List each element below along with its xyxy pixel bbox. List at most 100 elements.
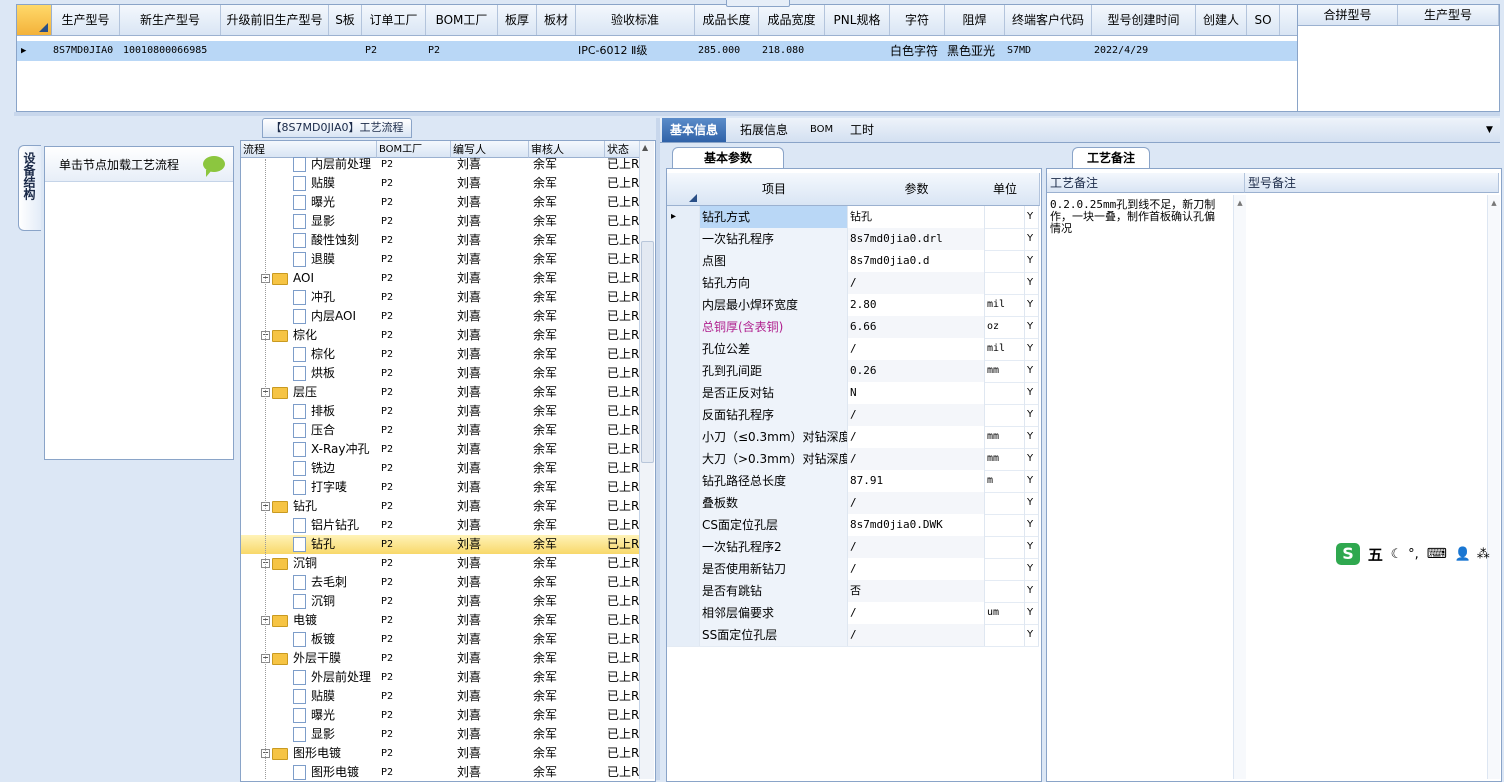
param-value[interactable]: / (848, 448, 985, 470)
tab-basic-info[interactable]: 基本信息 (662, 118, 727, 142)
params-row[interactable]: 是否正反对钻 N Y (667, 382, 1039, 405)
params-row[interactable]: 大刀（>0.3mm）对钻深度 / mm Y (667, 448, 1039, 471)
col-header-standard[interactable]: 验收标准 (576, 5, 695, 35)
col-header-thickness[interactable]: 板厚 (498, 5, 537, 35)
param-value[interactable]: 8s7md0jia0.d (848, 250, 985, 272)
tree-node-cell[interactable]: − AOI (261, 269, 377, 288)
tree-leaf-node[interactable]: 酸性蚀刻 P2 刘喜 余军 已上R (241, 231, 641, 250)
model-note-scrollbar[interactable]: ▲ (1487, 195, 1500, 779)
param-value[interactable]: 钻孔 (848, 206, 985, 228)
scroll-up-icon[interactable]: ▲ (1234, 199, 1246, 207)
col-header-material[interactable]: 板材 (537, 5, 576, 35)
param-value[interactable]: 8s7md0jia0.DWK (848, 514, 985, 536)
params-row[interactable]: 一次钻孔程序2/ Y (667, 536, 1039, 559)
tree-node-cell[interactable]: − 沉铜 (261, 554, 377, 573)
table-row[interactable]: ▶ 8S7MD0JIA0 10010800066985 P2 P2 IPC-60… (17, 41, 1297, 61)
tree-node-cell[interactable]: 板镀 (293, 630, 377, 649)
row-indicator[interactable] (667, 536, 700, 558)
col-header-length[interactable]: 成品长度 (695, 5, 759, 35)
tree-leaf-node[interactable]: 打字唛 P2 刘喜 余军 已上R (241, 478, 641, 497)
param-value[interactable]: / (848, 602, 985, 624)
grid-corner-selector[interactable] (17, 5, 52, 35)
tree-node-cell[interactable]: 曝光 (293, 193, 377, 212)
tree-node-cell[interactable]: 烘板 (293, 364, 377, 383)
col-header-old-model[interactable]: 升级前旧生产型号 (221, 5, 329, 35)
row-indicator[interactable] (667, 250, 700, 272)
tree-leaf-node[interactable]: 排板 P2 刘喜 余军 已上R (241, 402, 641, 421)
tree-node-cell[interactable]: X-Ray冲孔 (293, 440, 377, 459)
tree-node-cell[interactable]: 排板 (293, 402, 377, 421)
params-row[interactable]: 钻孔路径总长度 87.91 m Y (667, 470, 1039, 493)
tree-folder-node[interactable]: − 棕化 P2 刘喜 余军 已上R (241, 326, 641, 345)
col-header-customer-code[interactable]: 终端客户代码 (1005, 5, 1092, 35)
row-indicator[interactable] (667, 514, 700, 536)
tree-node-cell[interactable]: 冲孔 (293, 288, 377, 307)
row-indicator[interactable] (667, 404, 700, 426)
tree-leaf-node[interactable]: 去毛刺 P2 刘喜 余军 已上R (241, 573, 641, 592)
row-indicator[interactable] (667, 580, 700, 602)
param-value[interactable]: / (848, 558, 985, 580)
tree-leaf-node[interactable]: 显影 P2 刘喜 余军 已上R (241, 725, 641, 744)
tree-node-cell[interactable]: − 外层干膜 (261, 649, 377, 668)
tree-scrollbar[interactable]: ▲ (639, 141, 654, 779)
tree-node-cell[interactable]: − 图形电镀 (261, 744, 377, 763)
tree-node-cell[interactable]: 曝光 (293, 706, 377, 725)
splitter-grip[interactable] (726, 0, 790, 7)
tree-leaf-node[interactable]: 贴膜 P2 刘喜 余军 已上R (241, 687, 641, 706)
tree-node-cell[interactable]: − 电镀 (261, 611, 377, 630)
tree-folder-node[interactable]: − 沉铜 P2 刘喜 余军 已上R (241, 554, 641, 573)
tree-leaf-node[interactable]: 板镀 P2 刘喜 余军 已上R (241, 630, 641, 649)
cell-character[interactable]: 白色字符 (890, 41, 946, 61)
tree-leaf-node[interactable]: 曝光 P2 刘喜 余军 已上R (241, 706, 641, 725)
horizontal-splitter[interactable] (14, 112, 1500, 116)
moon-icon[interactable]: ☾ (1391, 547, 1403, 562)
tree-node-cell[interactable]: 铝片钻孔 (293, 516, 377, 535)
tree-node-cell[interactable]: 压合 (293, 421, 377, 440)
params-row[interactable]: ▸ 钻孔方式 钻孔 Y (667, 206, 1039, 229)
tree-folder-node[interactable]: − 图形电镀 P2 刘喜 余军 已上R (241, 744, 641, 763)
comment-bubble-icon[interactable] (203, 156, 225, 177)
tree-node-cell[interactable]: − 层压 (261, 383, 377, 402)
tree-node-cell[interactable]: 去毛刺 (293, 573, 377, 592)
col-header-model[interactable]: 生产型号 (52, 5, 120, 35)
param-value[interactable]: / (848, 492, 985, 514)
cell-standard[interactable]: IPC-6012 Ⅱ级 (578, 41, 694, 61)
params-row[interactable]: 点图 8s7md0jia0.d Y (667, 250, 1039, 273)
params-row[interactable]: 内层最小焊环宽度 2.80 mil Y (667, 294, 1039, 317)
tree-leaf-node[interactable]: 烘板 P2 刘喜 余军 已上R (241, 364, 641, 383)
sogou-s-icon[interactable]: S (1336, 543, 1360, 565)
col-header-order-factory[interactable]: 订单工厂 (362, 5, 426, 35)
param-value[interactable]: 否 (848, 580, 985, 602)
params-row[interactable]: 一次钻孔程序 8s7md0jia0.drl Y (667, 228, 1039, 251)
row-indicator[interactable] (667, 338, 700, 360)
col-header-character[interactable]: 字符 (890, 5, 945, 35)
row-indicator[interactable] (667, 360, 700, 382)
row-indicator[interactable] (667, 602, 700, 624)
tabs-dropdown-icon[interactable]: ▼ (1478, 118, 1501, 142)
params-row[interactable]: 小刀（≤0.3mm）对钻深度 / mm Y (667, 426, 1039, 449)
ime-toolbar[interactable]: S 五 ☾ °, ⌨ 👤 ⁂ (1336, 543, 1496, 569)
row-indicator[interactable] (667, 426, 700, 448)
tree-node-cell[interactable]: 显影 (293, 212, 377, 231)
col-header-creator[interactable]: 创建人 (1196, 5, 1247, 35)
cell-order-factory[interactable]: P2 (365, 41, 425, 61)
param-value[interactable]: 87.91 (848, 470, 985, 492)
param-value[interactable]: / (848, 404, 985, 426)
tree-leaf-node[interactable]: 冲孔 P2 刘喜 余军 已上R (241, 288, 641, 307)
vertical-splitter[interactable] (656, 118, 660, 780)
col-header-production-model[interactable]: 生产型号 (1398, 5, 1499, 25)
tree-leaf-node[interactable]: 棕化 P2 刘喜 余军 已上R (241, 345, 641, 364)
params-row[interactable]: 孔位公差 / mil Y (667, 338, 1039, 361)
row-indicator[interactable] (667, 448, 700, 470)
cell-length[interactable]: 285.000 (698, 41, 758, 61)
tree-node-cell[interactable]: 贴膜 (293, 174, 377, 193)
tree-folder-node[interactable]: − 钻孔 P2 刘喜 余军 已上R (241, 497, 641, 516)
tree-leaf-node[interactable]: 贴膜 P2 刘喜 余军 已上R (241, 174, 641, 193)
tree-scroll-thumb[interactable] (641, 241, 654, 463)
tree-leaf-node[interactable]: 内层前处理 P2 刘喜 余军 已上R (241, 155, 641, 174)
tree-leaf-node[interactable]: 显影 P2 刘喜 余军 已上R (241, 212, 641, 231)
tree-folder-node[interactable]: − 电镀 P2 刘喜 余军 已上R (241, 611, 641, 630)
tree-leaf-node[interactable]: 曝光 P2 刘喜 余军 已上R (241, 193, 641, 212)
param-value[interactable]: / (848, 536, 985, 558)
tree-node-cell[interactable]: 打字唛 (293, 478, 377, 497)
